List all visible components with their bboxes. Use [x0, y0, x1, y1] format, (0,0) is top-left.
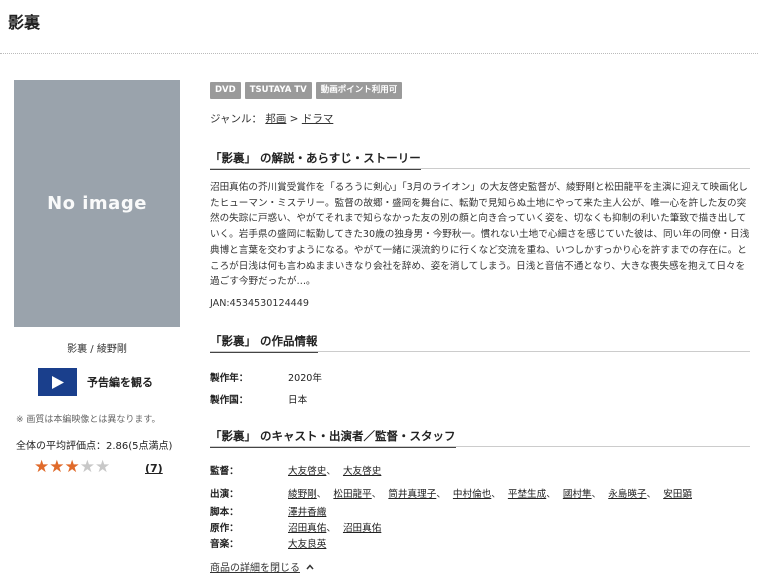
genre-link-main[interactable]: 邦画 — [265, 113, 286, 125]
separator: 、 — [316, 489, 327, 500]
person-link[interactable]: 中村倫也 — [453, 489, 491, 500]
separator: 、 — [491, 489, 501, 500]
person-link[interactable]: 筒井真理子 — [388, 489, 436, 500]
person-link[interactable]: 安田顕 — [663, 489, 692, 500]
person-link[interactable]: 澤井香織 — [288, 507, 326, 518]
genre-breadcrumb: ジャンル： 邦画 > ドラマ — [210, 111, 333, 126]
info-row-country: 製作国： 日本 — [210, 392, 307, 406]
cast-names: 沼田真佑、 沼田真佑 — [288, 520, 381, 534]
cast-names: 澤井香織 — [288, 504, 326, 518]
genre-label: ジャンル： — [210, 113, 262, 125]
person-link[interactable]: 沼田真佑 — [288, 523, 326, 534]
jan-code: JAN:4534530124449 — [210, 298, 309, 309]
star-rating: ★ ★ ★ ★ ★ — [34, 459, 110, 476]
genre-link-sub[interactable]: ドラマ — [302, 113, 334, 125]
cast-label: 原作： — [210, 523, 239, 534]
cast-names: 大友啓史、 大友啓史 — [288, 463, 381, 477]
no-image-label: No image — [47, 193, 147, 214]
work-info-heading: 「影裏」 の作品情報 — [210, 333, 318, 353]
star-icon: ★ — [79, 457, 95, 477]
separator: 、 — [326, 466, 336, 477]
divider — [210, 351, 750, 352]
cast-row-actors: 出演： 綾野剛、 松田龍平、 筒井真理子、 中村倫也、 平埜生成、 國村隼、 永島暎子、 安田… — [210, 486, 692, 500]
badge: 動画ポイント利用可 — [315, 82, 403, 99]
cast-row-music: 音楽： 大友良英 — [210, 536, 326, 550]
person-link[interactable]: 大友啓史 — [288, 466, 326, 477]
separator: 、 — [326, 523, 336, 534]
person-link[interactable]: 國村隼 — [563, 489, 592, 500]
info-value: 2020年 — [288, 373, 323, 384]
info-row-year: 製作年： 2020年 — [210, 370, 322, 384]
info-value: 日本 — [288, 395, 308, 406]
trailer-label: 予告編を観る — [87, 376, 153, 389]
person-link[interactable]: 永島暎子 — [608, 489, 646, 500]
star-icon: ★ — [64, 457, 80, 477]
person-link[interactable]: 平埜生成 — [508, 489, 546, 500]
cast-row-original: 原作： 沼田真佑、 沼田真佑 — [210, 520, 381, 534]
cast-heading: 「影裏」 のキャスト・出演者／監督・スタッフ — [210, 428, 456, 448]
cast-row-directors: 監督： 大友啓史、 大友啓史 — [210, 463, 381, 477]
person-link[interactable]: 沼田真佑 — [343, 523, 381, 534]
star-icon: ★ — [95, 457, 111, 477]
badge: TSUTAYA TV — [244, 82, 312, 99]
person-link[interactable]: 大友啓史 — [343, 466, 381, 477]
image-note: ※ 画質は本編映像とは異なります。 — [16, 415, 161, 425]
separator: 、 — [436, 489, 446, 500]
chevron-up-icon — [306, 563, 314, 569]
cast-names: 綾野剛、 松田龍平、 筒井真理子、 中村倫也、 平埜生成、 國村隼、 永島暎子、 安田顕 — [288, 486, 692, 500]
divider — [0, 53, 758, 54]
play-icon — [38, 368, 77, 396]
separator: 、 — [646, 489, 657, 500]
badge-list: DVD TSUTAYA TV 動画ポイント利用可 — [210, 82, 403, 99]
story-text: 沼田真佑の芥川賞受賞作を「るろうに剣心」「3月のライオン」の大友啓史監督が、綾野… — [210, 182, 750, 288]
separator: 、 — [371, 489, 382, 500]
page-title: 影裏 — [8, 13, 41, 32]
close-details-toggle[interactable]: 商品の詳細を閉じる — [210, 559, 314, 574]
story-heading: 「影裏」 の解説・あらすじ・ストーリー — [210, 150, 421, 170]
separator: 、 — [591, 489, 602, 500]
close-details-label: 商品の詳細を閉じる — [210, 563, 300, 574]
cast-label: 音楽： — [210, 539, 239, 550]
average-rating: 全体の平均評価点：2.86(5点満点) — [16, 441, 173, 452]
divider — [210, 168, 750, 169]
poster-caption: 影裏 / 綾野剛 — [67, 344, 127, 355]
divider — [210, 446, 750, 447]
star-icon: ★ — [34, 457, 50, 477]
cast-label: 監督： — [210, 466, 239, 477]
person-link[interactable]: 大友良英 — [288, 539, 326, 550]
info-label: 製作年： — [210, 373, 249, 384]
cast-names: 大友良英 — [288, 536, 326, 550]
trailer-button[interactable]: 予告編を観る — [38, 368, 153, 396]
star-icon: ★ — [49, 457, 65, 477]
person-link[interactable]: 松田龍平 — [333, 489, 371, 500]
badge: DVD — [210, 82, 241, 99]
poster-placeholder: No image — [14, 80, 180, 327]
cast-label: 出演： — [210, 489, 239, 500]
genre-separator: > — [289, 113, 299, 125]
separator: 、 — [546, 489, 556, 500]
info-label: 製作国： — [210, 395, 249, 406]
cast-row-writers: 脚本： 澤井香織 — [210, 504, 326, 518]
review-count-link[interactable]: (7) — [145, 462, 163, 475]
person-link[interactable]: 綾野剛 — [288, 489, 317, 500]
cast-label: 脚本： — [210, 507, 239, 518]
